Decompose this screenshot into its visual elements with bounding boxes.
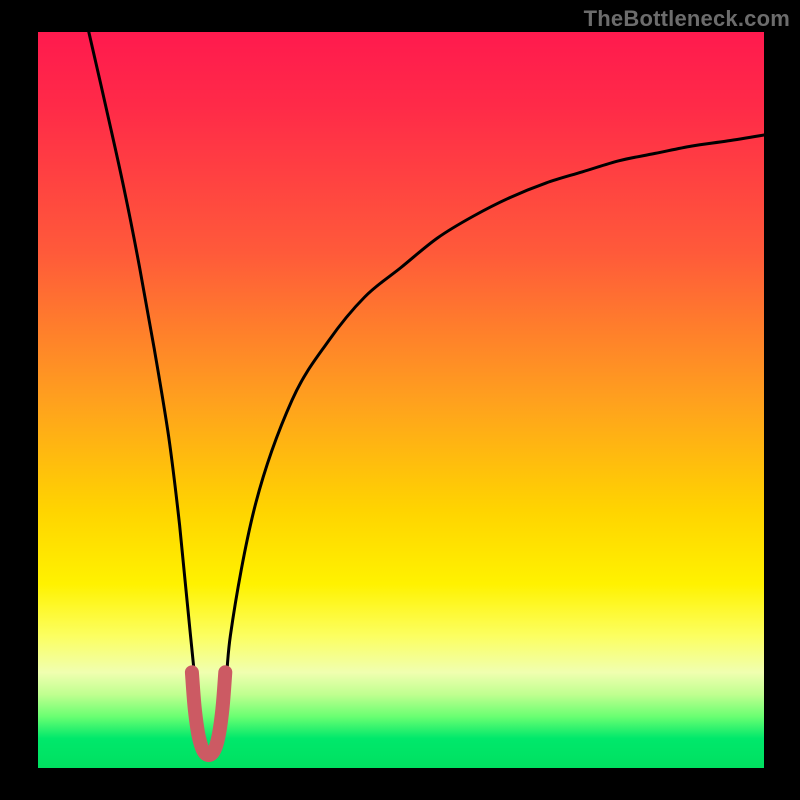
curve-svg: [38, 32, 764, 768]
bottleneck-curve: [89, 32, 764, 753]
plot-area: [38, 32, 764, 768]
valley-marker: [192, 672, 225, 755]
watermark-label: TheBottleneck.com: [584, 6, 790, 32]
chart-frame: TheBottleneck.com: [0, 0, 800, 800]
